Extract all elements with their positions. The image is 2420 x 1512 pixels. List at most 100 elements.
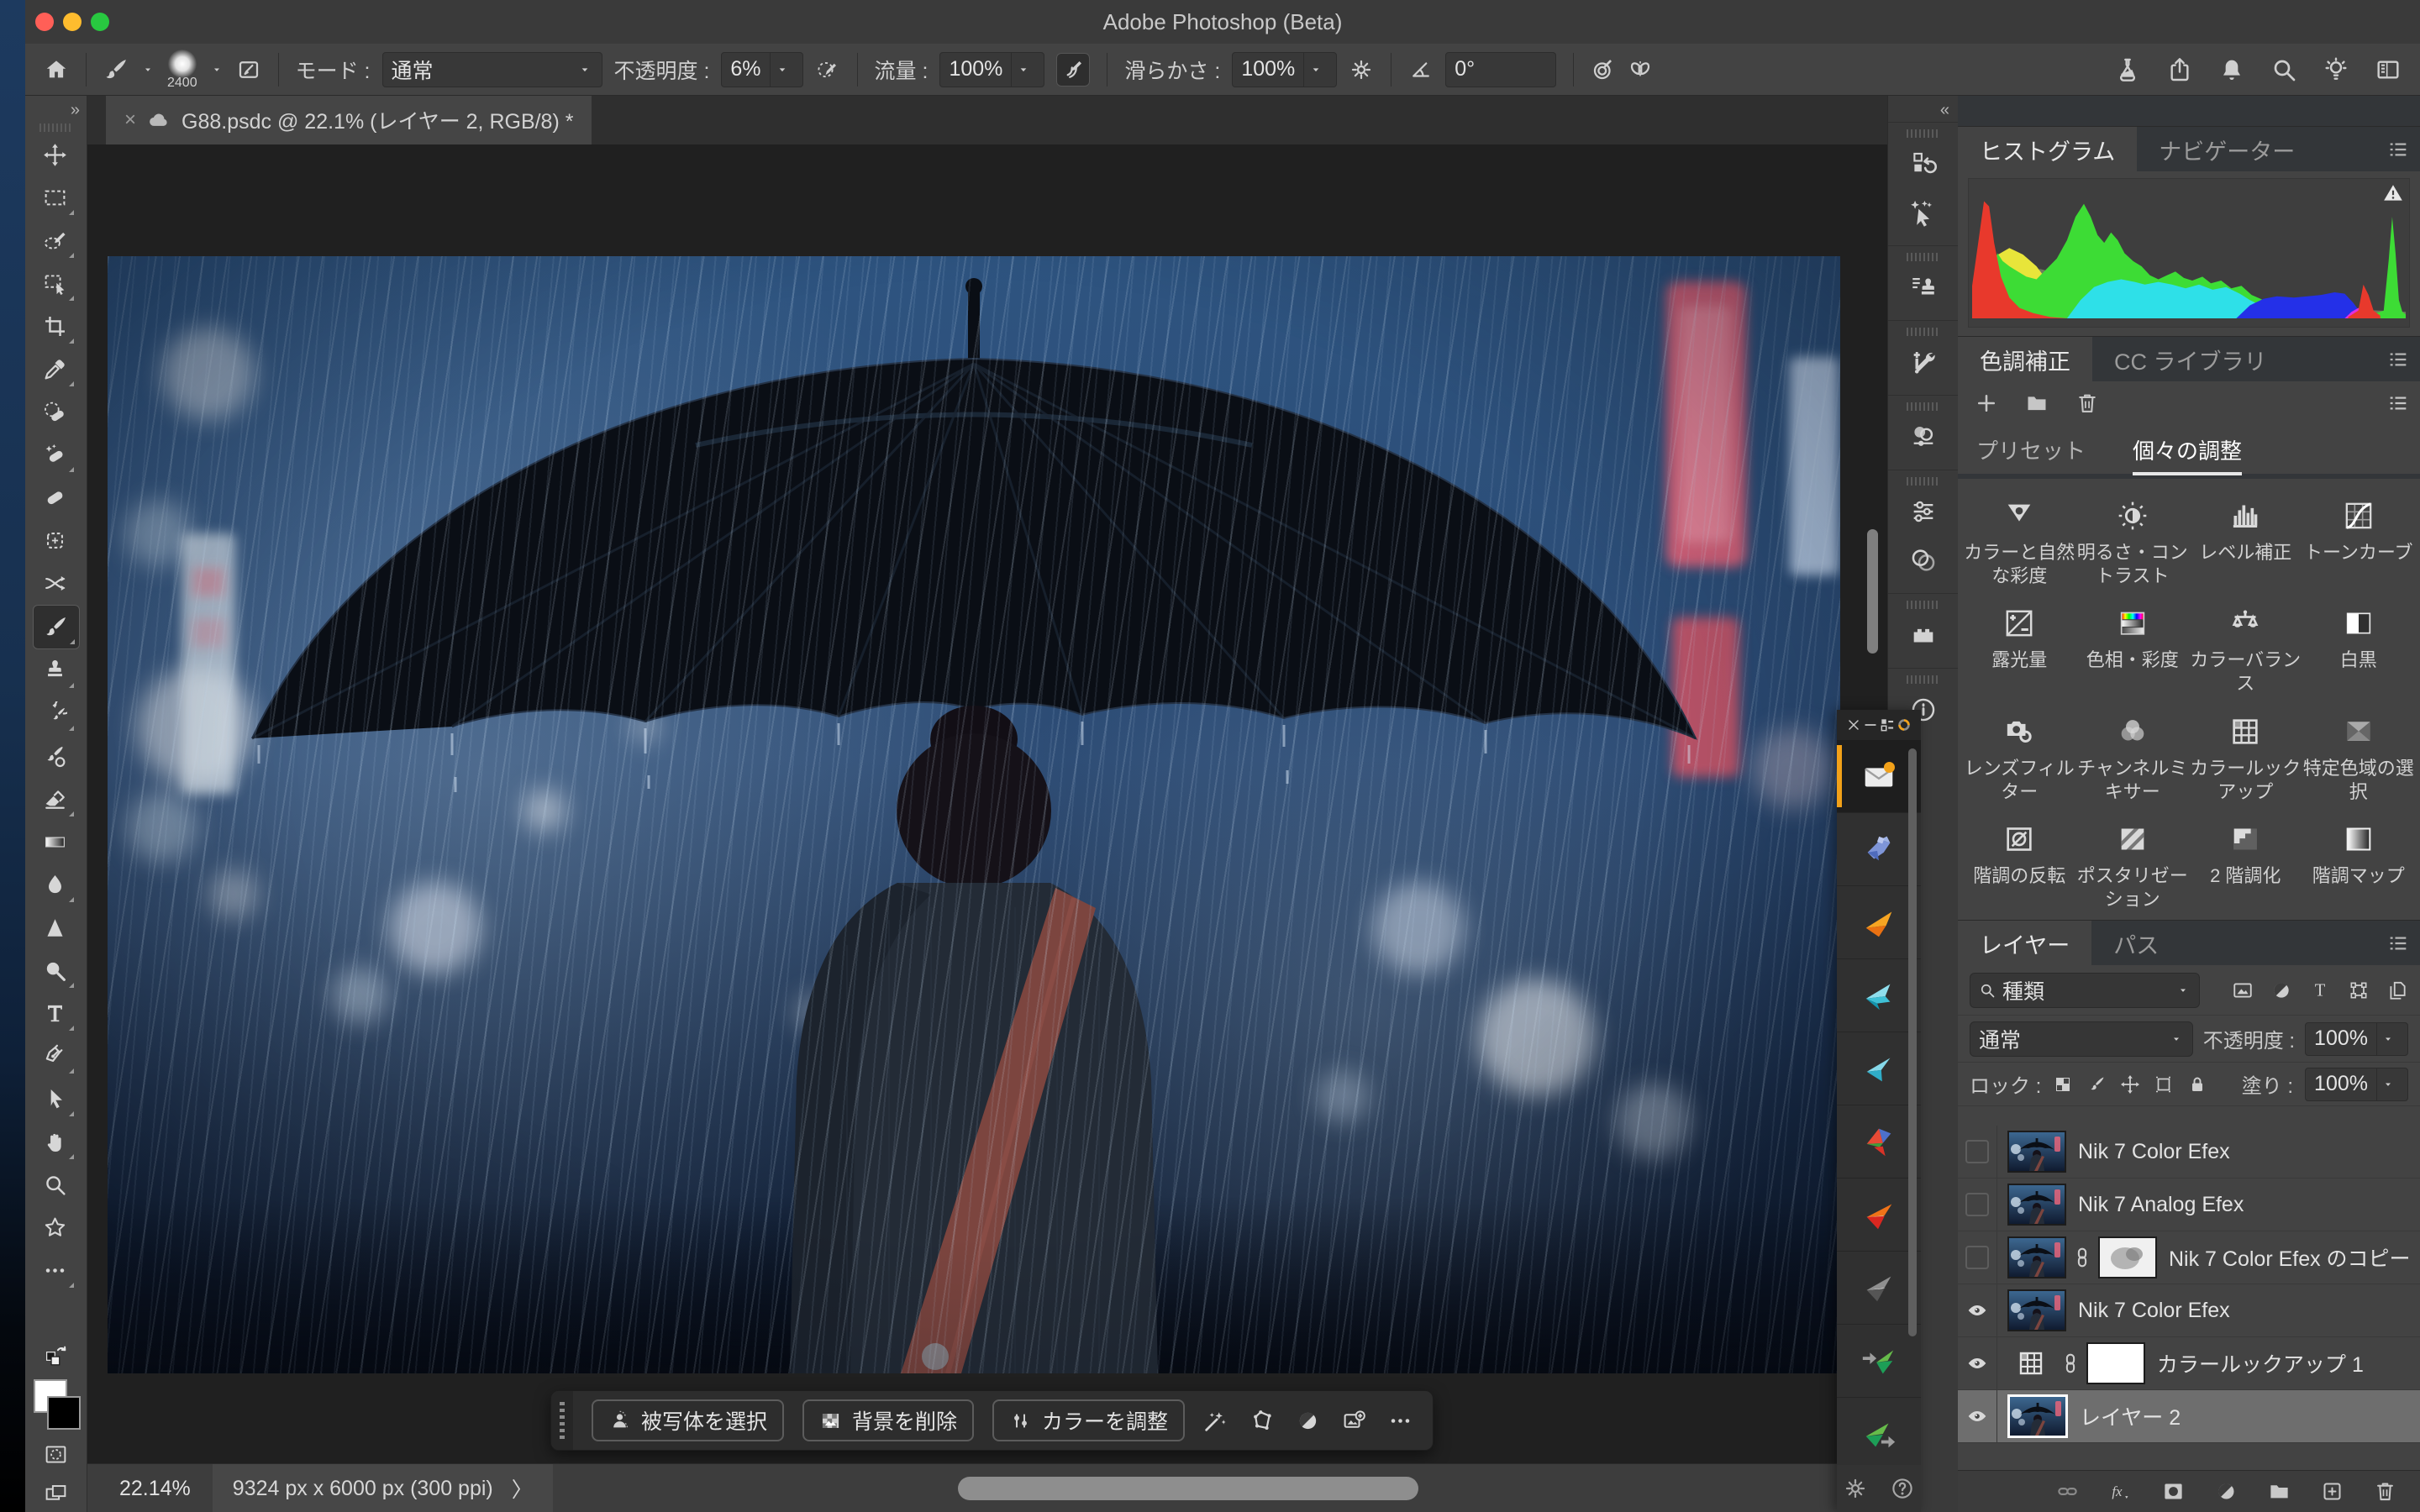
add-adjustment-icon[interactable]: [1975, 391, 1998, 415]
tab-layers[interactable]: レイヤー: [1958, 921, 2091, 966]
brush-size-preview[interactable]: 2400: [167, 50, 197, 90]
nik-green-in-item[interactable]: [1837, 1325, 1921, 1398]
tool-move[interactable]: [33, 134, 78, 176]
layer-name[interactable]: Nik 7 Color Efex のコピー: [2169, 1242, 2411, 1273]
share-icon[interactable]: [2166, 56, 2193, 83]
lock-all-icon[interactable]: [2187, 1074, 2207, 1095]
filter-smart-object-icon[interactable]: [2386, 979, 2408, 1001]
layer-visibility-empty[interactable]: [1958, 1126, 1997, 1178]
adjustment-selective[interactable]: 特定色域の選択: [2302, 700, 2416, 807]
adjustment-posterize[interactable]: ポスタリゼーション: [2076, 807, 2190, 915]
tool-pen[interactable]: [33, 1035, 78, 1078]
tool-eyedropper[interactable]: [33, 348, 78, 391]
layer-row[interactable]: Nik 7 Color Efex: [1958, 1126, 2420, 1179]
tool-spot-heal[interactable]: [33, 433, 78, 476]
image-plus-icon[interactable]: [1342, 1409, 1366, 1433]
layer-visibility-empty[interactable]: [1958, 1179, 1997, 1231]
toggle-brush-panel-icon[interactable]: [236, 57, 261, 82]
taskbar-drag-handle[interactable]: [551, 1391, 573, 1450]
layer-thumbnail[interactable]: [2007, 1394, 2068, 1438]
adjustment-scales[interactable]: カラーバランス: [2189, 591, 2302, 699]
generative-panel-icon[interactable]: [1898, 188, 1949, 237]
airbrush-toggle-icon[interactable]: [1056, 53, 1090, 87]
tab-adjustments[interactable]: 色調補正: [1958, 337, 2092, 382]
half-circle-icon[interactable]: [1296, 1409, 1320, 1433]
horizontal-scrollbar[interactable]: [958, 1477, 1418, 1500]
lock-position-icon[interactable]: [2120, 1074, 2140, 1095]
link-layers-icon[interactable]: [2056, 1480, 2079, 1503]
dock-grip[interactable]: [1907, 675, 1940, 684]
lock-artboard-icon[interactable]: [2154, 1074, 2174, 1095]
dock-grip[interactable]: [1907, 601, 1940, 609]
layout-settings-icon[interactable]: [1879, 717, 1896, 733]
tool-star[interactable]: [33, 1206, 78, 1249]
clone-source-panel-icon[interactable]: [1898, 263, 1949, 312]
search-icon[interactable]: [2270, 56, 2297, 83]
swap-colors-icon[interactable]: [34, 1337, 79, 1374]
chevron-down-icon[interactable]: [209, 62, 224, 77]
filter-image-icon[interactable]: [2232, 979, 2254, 1001]
layer-name[interactable]: Nik 7 Color Efex: [2078, 1299, 2230, 1323]
home-icon[interactable]: [44, 57, 69, 82]
dock-grip[interactable]: [1907, 477, 1940, 486]
chevron-down-icon[interactable]: [140, 62, 155, 77]
help-icon[interactable]: [1890, 1476, 1915, 1501]
notifications-bell-icon[interactable]: [2218, 56, 2245, 83]
smoothing-field[interactable]: 100%: [1232, 52, 1337, 87]
quick-mask-icon[interactable]: [34, 1435, 79, 1473]
tool-gradient[interactable]: [33, 821, 78, 864]
minimize-icon[interactable]: [1862, 717, 1879, 733]
tab-histogram[interactable]: ヒストグラム: [1958, 127, 2137, 172]
tool-selection-brush[interactable]: [33, 219, 78, 262]
dock-grip[interactable]: [1907, 129, 1940, 138]
layer-visibility-empty[interactable]: [1958, 1231, 1997, 1284]
dock-grip[interactable]: [1907, 328, 1940, 336]
layer-name[interactable]: レイヤー 2: [2080, 1401, 2181, 1431]
tool-path-select[interactable]: [33, 1078, 78, 1121]
mask-link-icon[interactable]: [2071, 1247, 2093, 1268]
panel-menu-icon[interactable]: [2386, 127, 2420, 172]
mask-link-icon[interactable]: [2060, 1352, 2081, 1374]
new-adjustment-layer-icon[interactable]: [2215, 1480, 2238, 1503]
adjustment-curve[interactable]: トーンカーブ: [2302, 484, 2416, 591]
layer-row[interactable]: Nik 7 Analog Efex: [1958, 1179, 2420, 1231]
warning-icon[interactable]: [2382, 182, 2404, 204]
history-panel-icon[interactable]: [1898, 139, 1949, 188]
layer-thumbnail[interactable]: [2007, 1131, 2066, 1173]
tool-type[interactable]: [33, 992, 78, 1035]
adjustment-grid9[interactable]: カラールックアップ: [2189, 700, 2302, 807]
fill-field[interactable]: 100%: [2305, 1068, 2408, 1101]
layer-row[interactable]: レイヤー 2: [1958, 1390, 2420, 1443]
dock-collapse-icon[interactable]: «: [1888, 96, 1958, 122]
filter-shape-icon[interactable]: [2348, 979, 2370, 1001]
toolbar-expand-icon[interactable]: »: [71, 96, 87, 120]
tool-object-select[interactable]: [33, 262, 78, 305]
angle-field[interactable]: 0°: [1445, 52, 1556, 87]
lock-transparency-icon[interactable]: [2053, 1074, 2073, 1095]
chevron-down-icon[interactable]: [1303, 53, 1328, 87]
new-layer-icon[interactable]: [2321, 1480, 2344, 1503]
adjustment-camera[interactable]: レンズフィルター: [1963, 700, 2076, 807]
channels-panel-icon[interactable]: [1898, 536, 1949, 585]
tool-stamp[interactable]: [33, 649, 78, 692]
tool-brush[interactable]: [33, 605, 80, 649]
trash-icon[interactable]: [2075, 391, 2099, 415]
workspace-switcher-icon[interactable]: [2375, 56, 2402, 83]
tab-paths[interactable]: パス: [2091, 921, 2181, 966]
ctx-button-adjust-color[interactable]: カラーを調整: [992, 1399, 1185, 1441]
discover-lightbulb-icon[interactable]: [2323, 56, 2349, 83]
tool-hand[interactable]: [33, 1121, 78, 1163]
flow-field[interactable]: 100%: [939, 52, 1044, 87]
transform-poly-icon[interactable]: [1249, 1409, 1274, 1433]
adjustment-bw[interactable]: 白黒: [2302, 591, 2416, 699]
delete-layer-icon[interactable]: [2374, 1480, 2396, 1503]
tool-eraser[interactable]: [33, 778, 78, 821]
tab-cc-libraries[interactable]: CC ライブラリ: [2092, 337, 2289, 382]
adjustment-exposure[interactable]: 露光量: [1963, 591, 2076, 699]
toolbar-grip[interactable]: [39, 123, 73, 132]
chevron-down-icon[interactable]: [2376, 1068, 2399, 1100]
nik-green-out-item[interactable]: [1837, 1398, 1921, 1471]
chevron-down-icon[interactable]: [1011, 53, 1035, 87]
gear-icon[interactable]: [1843, 1476, 1868, 1501]
tool-crop[interactable]: [33, 305, 78, 348]
